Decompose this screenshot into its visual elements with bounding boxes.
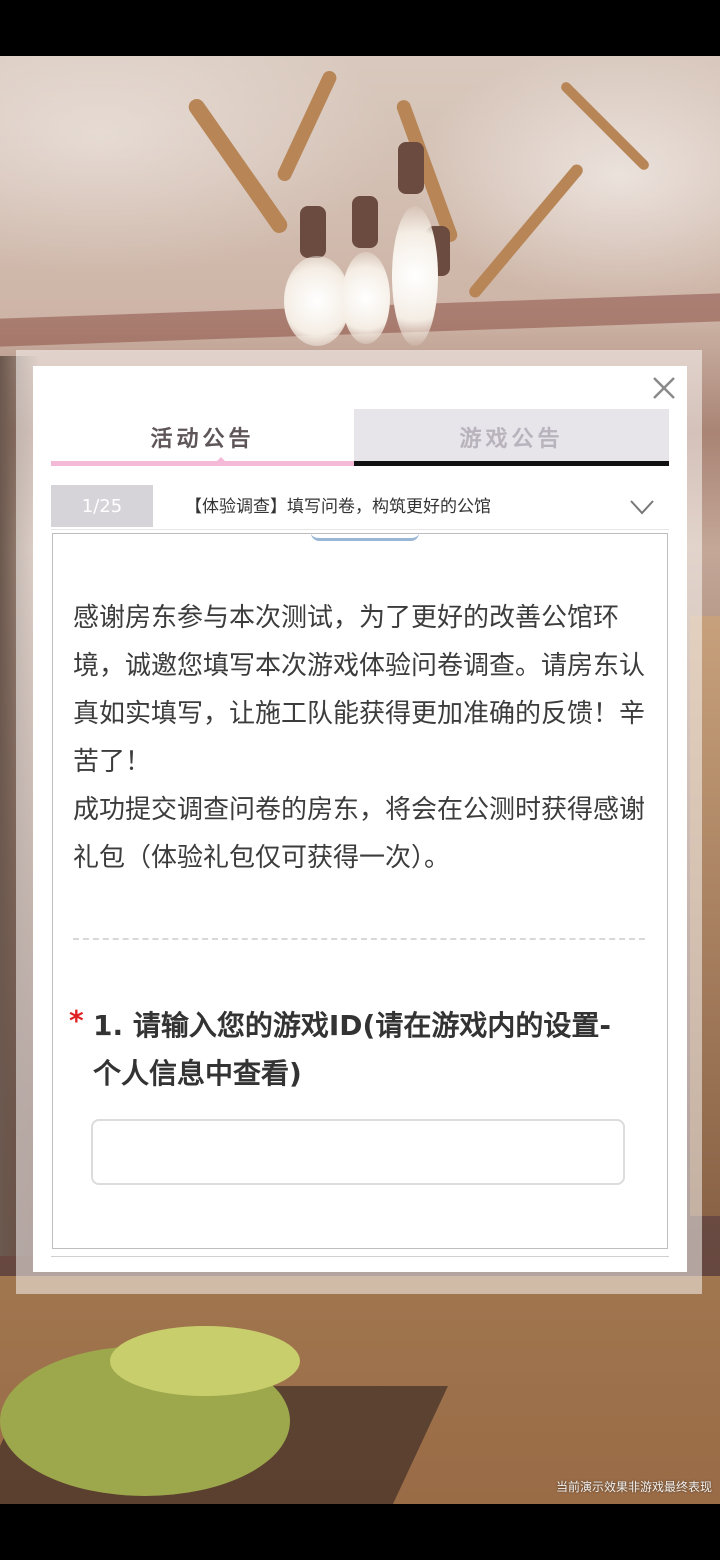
tab-label: 活动公告 (150, 427, 255, 452)
chevron-down-icon (630, 500, 654, 515)
question-label: 1. 请输入您的游戏ID(请在游戏内的设置-个人信息中查看) (93, 1009, 611, 1090)
dialog-bottom-divider (51, 1256, 669, 1257)
close-icon (653, 377, 675, 399)
screen: 当前演示效果非游戏最终表现 活动公告 游戏公告 1/25 【体验调查】填写问卷，… (0, 0, 720, 1560)
notice-title: 【体验调查】填写问卷，构筑更好的公馆 (185, 497, 491, 517)
active-tab-caret (216, 457, 226, 462)
tab-event-announcements[interactable]: 活动公告 (51, 409, 354, 465)
tab-label: 游戏公告 (459, 427, 564, 452)
scrolled-banner-edge (311, 534, 419, 541)
notice-body-text: 感谢房东参与本次测试，为了更好的改善公馆环境，诚邀您填写本次游戏体验问卷调查。请… (73, 603, 646, 873)
status-bar (0, 0, 720, 56)
notice-counter: 1/25 (51, 485, 153, 527)
active-tab-indicator (51, 461, 354, 466)
game-id-input[interactable] (91, 1119, 625, 1185)
dashed-divider (73, 938, 645, 940)
navigation-bar (0, 1504, 720, 1560)
close-button[interactable] (648, 372, 680, 404)
tab-game-announcements[interactable]: 游戏公告 (354, 409, 669, 465)
demo-watermark: 当前演示效果非游戏最终表现 (555, 1480, 712, 1494)
required-mark: * (69, 1004, 84, 1037)
notice-content[interactable]: 感谢房东参与本次测试，为了更好的改善公馆环境，诚邀您填写本次游戏体验问卷调查。请… (52, 533, 668, 1249)
tab-bar-line (354, 461, 669, 466)
notice-selector[interactable]: 1/25 【体验调查】填写问卷，构筑更好的公馆 (51, 481, 669, 530)
